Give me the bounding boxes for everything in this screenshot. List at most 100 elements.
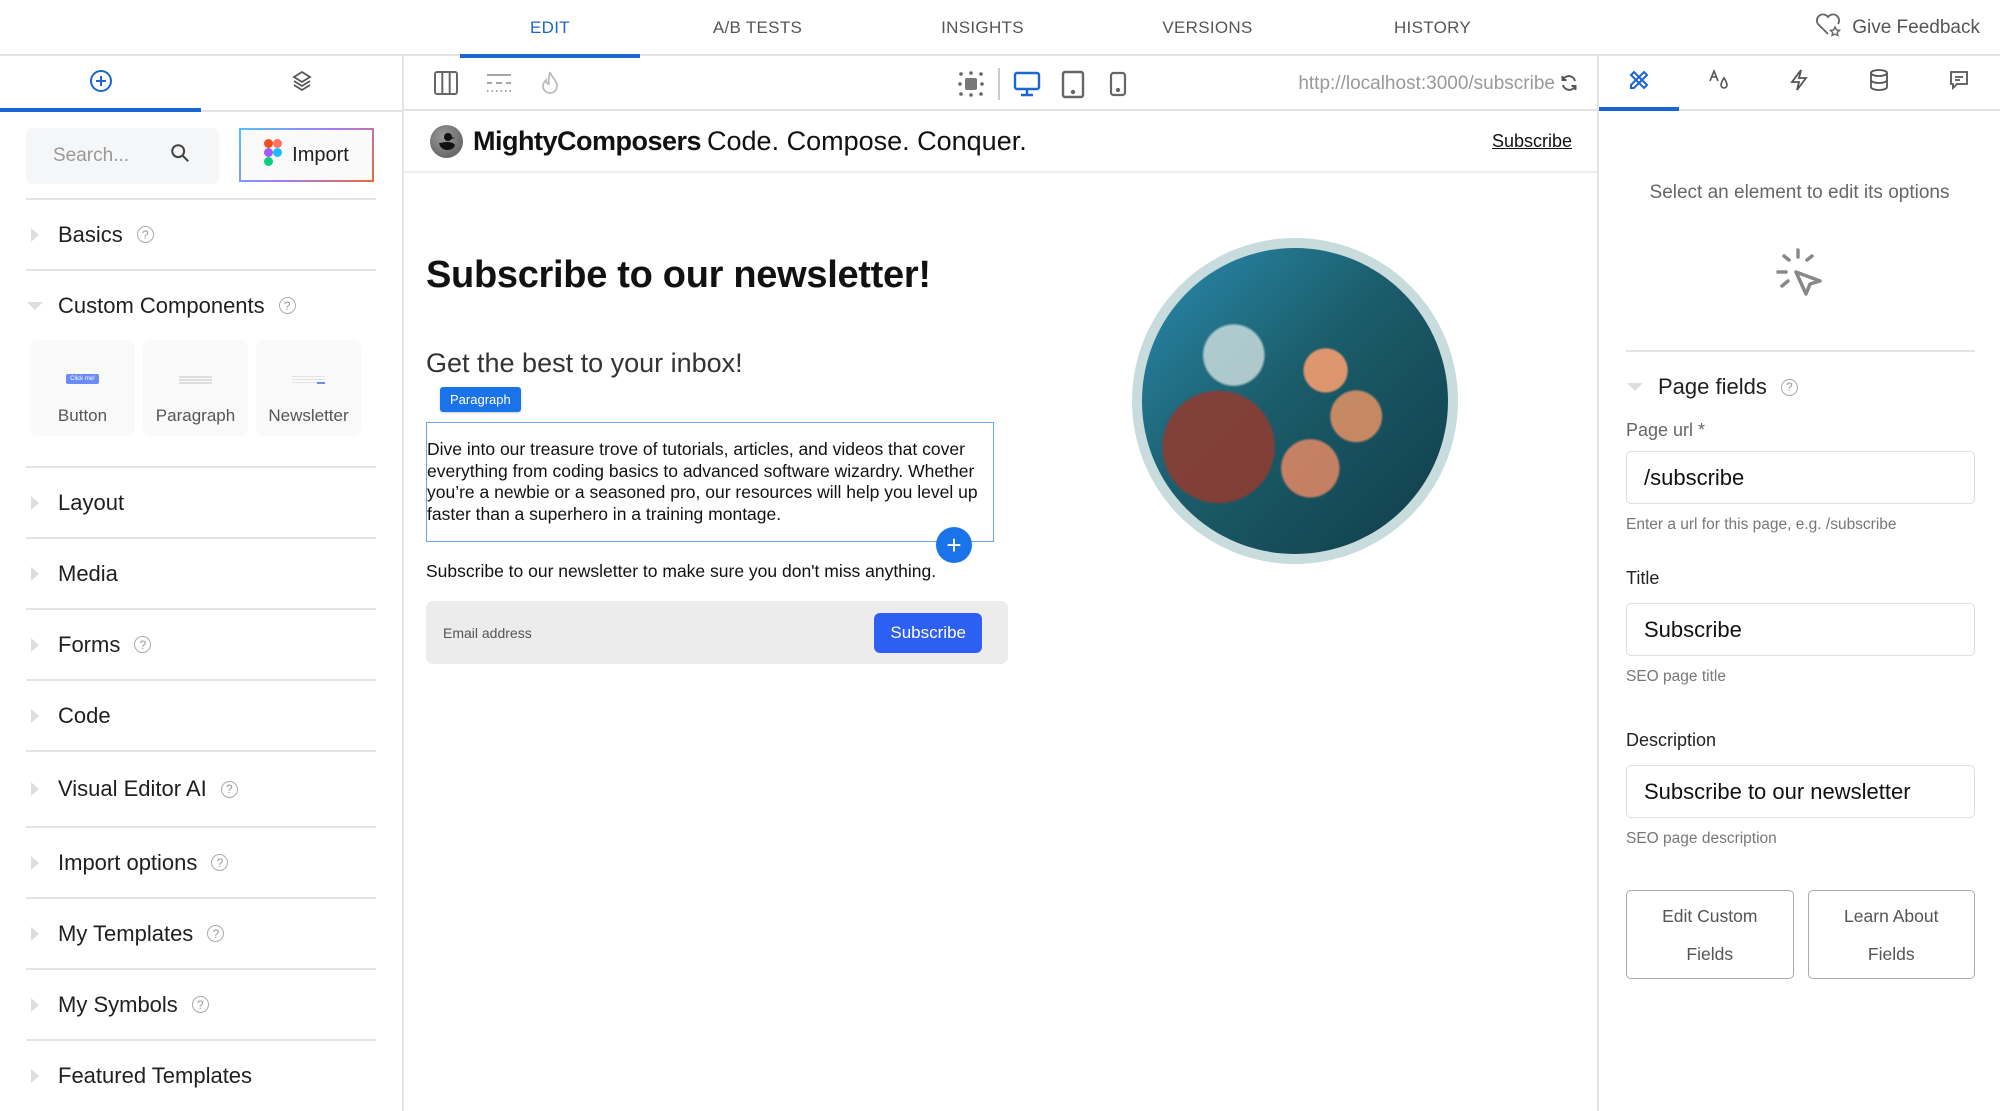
title-help: SEO page title xyxy=(1626,668,1726,685)
search-input[interactable]: Search... xyxy=(26,128,219,184)
brand-name[interactable]: MightyComposers xyxy=(473,126,702,157)
page-heading[interactable]: Subscribe to our newsletter! xyxy=(426,254,931,297)
figma-import-button[interactable]: Import xyxy=(239,128,374,182)
help-icon[interactable]: ? xyxy=(220,780,238,798)
section-label: My Templates xyxy=(58,920,194,946)
selected-paragraph[interactable]: Dive into our treasure trove of tutorial… xyxy=(426,422,994,542)
caret-right-icon xyxy=(26,1068,44,1084)
tab-interactions[interactable] xyxy=(1759,56,1839,109)
newsletter-thumbnail xyxy=(292,376,325,384)
help-icon[interactable]: ? xyxy=(191,996,209,1013)
tab-ab-tests[interactable]: A/B TESTS xyxy=(640,0,875,56)
section-custom-components[interactable]: Custom Components ? xyxy=(26,269,376,340)
tab-design[interactable] xyxy=(1599,56,1679,111)
subscribe-button[interactable]: Subscribe xyxy=(874,612,982,653)
mobile-icon[interactable] xyxy=(1108,69,1128,99)
duck-logo-icon[interactable] xyxy=(430,124,463,158)
page-url-label: Page url * xyxy=(1626,420,1706,440)
help-icon[interactable]: ? xyxy=(136,226,154,243)
description-input[interactable]: Subscribe to our newsletter xyxy=(1626,765,1975,818)
top-nav: EDIT A/B TESTS INSIGHTS VERSIONS HISTORY… xyxy=(0,0,2000,58)
custom-components-grid: Click me! Button Paragraph Newsletter xyxy=(26,340,376,466)
page-fields-toggle[interactable]: Page fields ? xyxy=(1626,374,1973,400)
header-subscribe-link[interactable]: Subscribe xyxy=(1492,131,1572,152)
caret-down-icon xyxy=(26,301,44,311)
tab-history[interactable]: HISTORY xyxy=(1325,0,1540,56)
page-subheading[interactable]: Get the best to your inbox! xyxy=(426,348,743,379)
component-label: Newsletter xyxy=(268,406,349,425)
caret-right-icon xyxy=(26,495,44,511)
reload-icon[interactable] xyxy=(1559,73,1579,98)
left-panel: Search... Import Basics ? Custom Compone… xyxy=(0,56,404,1111)
section-my-symbols[interactable]: My Symbols ? xyxy=(26,968,376,1039)
search-row: Search... Import xyxy=(0,112,402,198)
page-fields-label: Page fields xyxy=(1658,374,1767,399)
spacing-icon[interactable] xyxy=(484,69,514,97)
section-visual-editor-ai[interactable]: Visual Editor AI ? xyxy=(26,750,376,826)
tab-versions[interactable]: VERSIONS xyxy=(1090,0,1325,56)
newsletter-form: Email address Subscribe xyxy=(426,601,1008,664)
section-label: Visual Editor AI xyxy=(58,776,207,801)
caret-right-icon xyxy=(26,855,44,871)
help-icon[interactable]: ? xyxy=(134,636,152,653)
learn-about-fields-button[interactable]: Learn About Fields xyxy=(1807,890,1975,979)
divider xyxy=(1626,350,1975,352)
database-icon xyxy=(1867,68,1891,97)
section-featured-templates[interactable]: Featured Templates xyxy=(26,1039,376,1110)
help-icon[interactable]: ? xyxy=(207,925,225,942)
help-icon[interactable]: ? xyxy=(278,297,296,314)
help-icon[interactable]: ? xyxy=(211,854,229,871)
section-layout[interactable]: Layout xyxy=(26,466,376,537)
add-circle-icon xyxy=(89,69,113,98)
subscribe-note[interactable]: Subscribe to our newsletter to make sure… xyxy=(426,561,936,582)
right-panel-tabs xyxy=(1599,56,2000,111)
tab-edit[interactable]: EDIT xyxy=(460,0,640,58)
selected-element-badge[interactable]: Paragraph xyxy=(440,387,521,412)
flame-icon[interactable] xyxy=(538,69,562,97)
section-label: Basics xyxy=(58,221,123,247)
select-region-icon[interactable] xyxy=(956,69,986,99)
button-thumbnail: Click me! xyxy=(66,374,99,384)
hero-image-frame[interactable] xyxy=(1132,238,1458,564)
lightning-icon xyxy=(1787,68,1811,97)
section-forms[interactable]: Forms ? xyxy=(26,608,376,679)
site-header: MightyComposers Code. Compose. Conquer. … xyxy=(404,111,1597,173)
tab-data[interactable] xyxy=(1839,56,1919,109)
description-help: SEO page description xyxy=(1626,830,1777,847)
tab-insights[interactable]: INSIGHTS xyxy=(875,0,1090,56)
section-import-options[interactable]: Import options ? xyxy=(26,826,376,897)
left-panel-tabs xyxy=(0,56,402,112)
layers-icon xyxy=(290,69,314,98)
search-icon xyxy=(169,142,191,170)
section-label: Featured Templates xyxy=(58,1062,253,1088)
figma-icon xyxy=(264,138,283,172)
section-label: My Symbols xyxy=(58,991,178,1017)
field-actions: Edit Custom Fields Learn About Fields xyxy=(1626,890,1975,979)
tab-typography[interactable] xyxy=(1679,56,1759,109)
editor-center: http://localhost:3000/subscribe MightyCo… xyxy=(404,56,1597,1111)
component-button[interactable]: Click me! Button xyxy=(30,340,135,436)
toolbar-divider xyxy=(998,68,1000,100)
title-input[interactable]: Subscribe xyxy=(1626,603,1975,656)
canvas-toolbar: http://localhost:3000/subscribe xyxy=(404,56,1597,111)
columns-icon[interactable] xyxy=(432,69,460,97)
section-code[interactable]: Code xyxy=(26,679,376,750)
component-paragraph[interactable]: Paragraph xyxy=(143,340,248,436)
page-url-input[interactable]: /subscribe xyxy=(1626,451,1975,504)
edit-custom-fields-button[interactable]: Edit Custom Fields xyxy=(1626,890,1794,979)
section-basics[interactable]: Basics ? xyxy=(26,198,376,269)
add-element-button[interactable]: + xyxy=(936,527,972,563)
tablet-icon[interactable] xyxy=(1060,69,1086,99)
component-newsletter[interactable]: Newsletter xyxy=(256,340,361,436)
caret-right-icon xyxy=(26,926,44,942)
help-icon[interactable]: ? xyxy=(1780,378,1798,396)
tab-layers[interactable] xyxy=(201,56,402,110)
section-media[interactable]: Media xyxy=(26,537,376,608)
give-feedback-button[interactable]: Give Feedback xyxy=(1814,0,1980,56)
tab-comments[interactable] xyxy=(1919,56,1999,109)
section-my-templates[interactable]: My Templates ? xyxy=(26,897,376,968)
email-input[interactable]: Email address xyxy=(443,625,874,641)
desktop-icon[interactable] xyxy=(1012,69,1042,99)
section-label: Forms xyxy=(58,631,121,657)
tab-add-elements[interactable] xyxy=(0,56,201,112)
